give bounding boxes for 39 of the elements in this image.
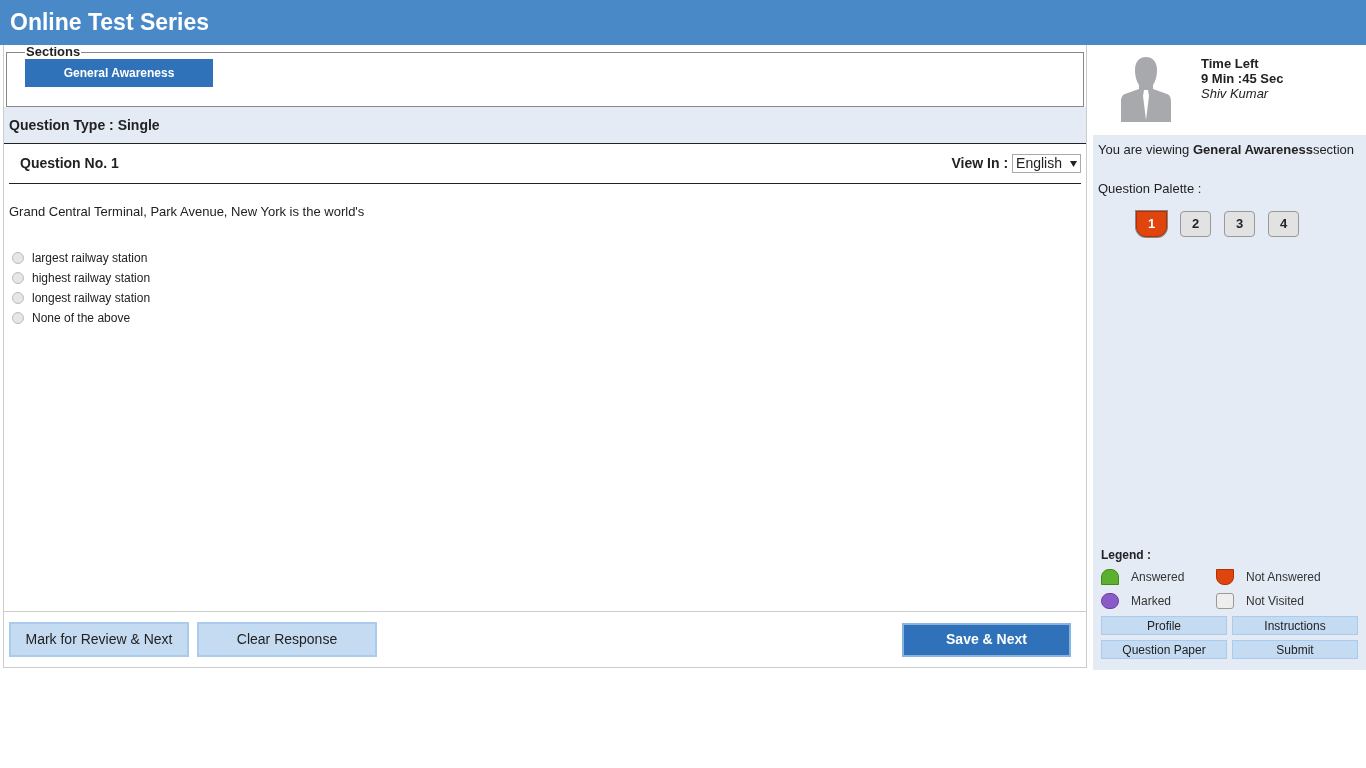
side-panel-button[interactable]: Profile: [1101, 616, 1227, 635]
view-in-label: View In :: [951, 154, 1009, 173]
option-label[interactable]: largest railway station: [32, 248, 148, 267]
time-left-label: Time Left: [1201, 56, 1260, 71]
radio-button[interactable]: [12, 271, 24, 284]
section-tab[interactable]: General Awareness: [25, 59, 213, 87]
side-panel-button[interactable]: Question Paper: [1101, 640, 1227, 659]
question-number-button[interactable]: 1: [1136, 211, 1167, 237]
legend-label: Not Answered: [1246, 569, 1321, 586]
clear-response-button[interactable]: Clear Response: [197, 622, 377, 657]
app-title: Online Test Series: [10, 8, 209, 38]
candidate-name: Shiv Kumar: [1201, 86, 1270, 101]
question-type: Question Type : Single: [9, 117, 160, 133]
user-silhouette-icon: [1121, 56, 1171, 122]
caret-icon: [1070, 160, 1077, 167]
legend-label: Answered: [1131, 569, 1185, 586]
option-label[interactable]: None of the above: [32, 308, 131, 327]
option-label[interactable]: highest railway station: [32, 268, 151, 287]
save-and-next-button[interactable]: Save & Next: [902, 622, 1071, 657]
question-number-button[interactable]: 4: [1268, 211, 1299, 237]
palette-label: Question Palette :: [1098, 179, 1203, 198]
language-dropdown[interactable]: English: [1012, 154, 1081, 173]
mark-for-review-button[interactable]: Mark for Review & Next: [9, 622, 189, 657]
time-remaining: 9 Min :45 Sec: [1201, 71, 1284, 86]
radio-button[interactable]: [12, 291, 24, 304]
question-number-button[interactable]: 2: [1180, 211, 1211, 237]
legend-label: Marked: [1131, 593, 1171, 610]
question-number-button[interactable]: 3: [1224, 211, 1255, 237]
viewing-section-text: You are viewing General Awarenesssection: [1098, 141, 1356, 159]
legend-title: Legend :: [1100, 547, 1152, 564]
radio-button[interactable]: [12, 311, 24, 324]
radio-button[interactable]: [12, 251, 24, 264]
sections-legend: Sections: [25, 45, 82, 59]
side-panel-button[interactable]: Submit: [1232, 640, 1358, 659]
question-number: Question No. 1: [20, 154, 119, 173]
legend-label: Not Visited: [1246, 593, 1304, 610]
question-text: Grand Central Terminal, Park Avenue, New York is the world's: [8, 203, 366, 221]
side-panel-button[interactable]: Instructions: [1232, 616, 1358, 635]
option-label[interactable]: longest railway station: [32, 288, 151, 307]
